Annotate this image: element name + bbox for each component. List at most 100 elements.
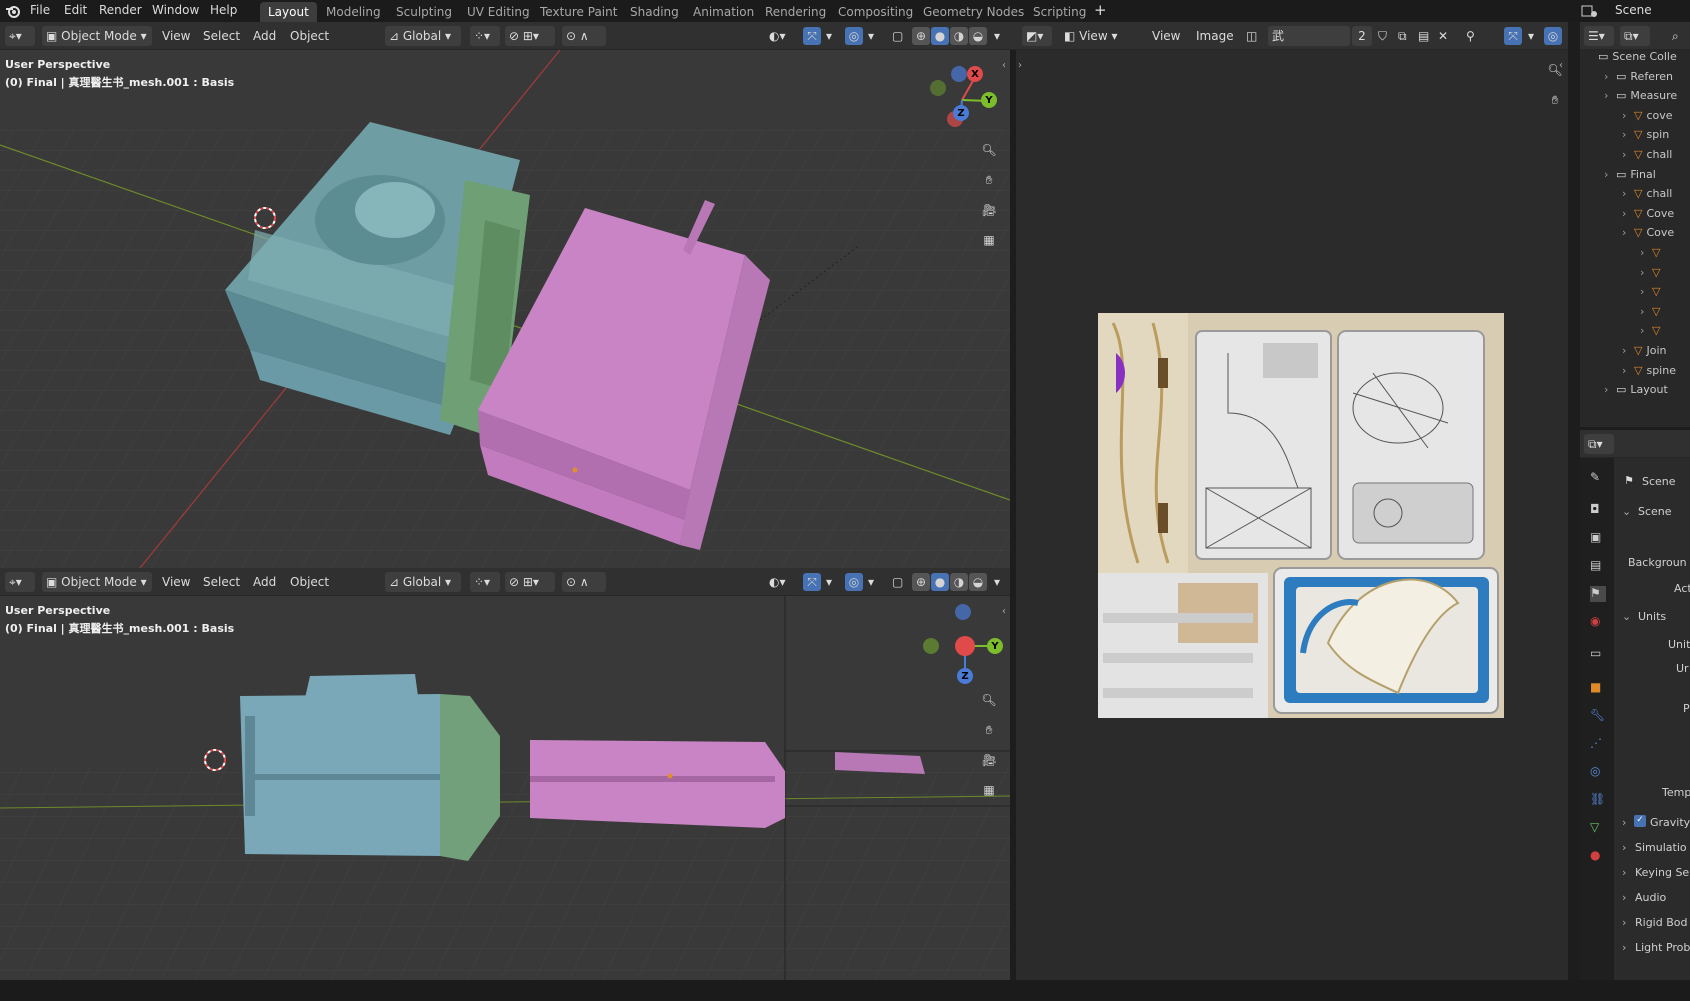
render-tab-icon[interactable]: ◘ — [1590, 502, 1606, 518]
light-probes-chevron-icon[interactable]: › — [1622, 941, 1626, 954]
zoom-icon[interactable]: 🔍︎ — [977, 138, 1001, 162]
grid-perspective-icon[interactable]: ▦ — [977, 228, 1001, 252]
menu-image[interactable]: Image — [1192, 26, 1238, 46]
editor-type-button[interactable]: ⧉▾ — [1584, 434, 1614, 454]
modifier-tab-icon[interactable]: 🔧︎ — [1590, 708, 1606, 724]
outliner-row[interactable]: › ▽ spine — [1580, 364, 1676, 383]
expand-chevron-icon[interactable]: › — [1604, 89, 1616, 102]
menu-object[interactable]: Object — [286, 26, 333, 46]
gizmo-dropdown[interactable]: ▾ — [1524, 26, 1536, 46]
outliner-row[interactable]: › ▭ Final — [1580, 168, 1656, 187]
gizmo-toggle-icon[interactable]: ⤧ — [803, 573, 821, 591]
gizmo-neg-z-icon[interactable] — [951, 66, 967, 82]
tab-scripting[interactable]: Scripting — [1025, 2, 1094, 22]
image-editor-canvas[interactable]: 🔍︎ ✋︎ › ‹ — [1016, 50, 1568, 980]
units-panel-chevron-icon[interactable]: ⌄ — [1622, 610, 1631, 623]
rigid-body-chevron-icon[interactable]: › — [1622, 916, 1626, 929]
fake-user-shield-icon[interactable]: ⛉ — [1374, 26, 1392, 46]
menu-view[interactable]: View — [1148, 26, 1184, 46]
outliner-row[interactable]: › ▭ Measure — [1580, 89, 1677, 108]
outliner-row[interactable]: › ▽ — [1580, 305, 1664, 324]
pan-hand-icon[interactable]: ✋︎ — [977, 718, 1001, 742]
expand-chevron-icon[interactable]: › — [1640, 246, 1652, 259]
outliner-row[interactable]: ▭ Scene Colle — [1580, 50, 1677, 69]
tab-texture-paint[interactable]: Texture Paint — [532, 2, 625, 22]
gizmo-dropdown[interactable]: ▾ — [822, 572, 834, 592]
outliner-row[interactable]: › ▽ chall — [1580, 187, 1672, 206]
editor-type-button[interactable]: ◩▾ — [1022, 26, 1052, 46]
gizmo-dropdown[interactable]: ▾ — [822, 26, 834, 46]
menu-help[interactable]: Help — [210, 3, 237, 17]
open-image-folder-icon[interactable]: ▤ — [1414, 26, 1432, 46]
gizmo-x-icon[interactable] — [957, 638, 973, 654]
image-name-field[interactable]: 武器.png.001 — [1268, 26, 1350, 63]
gravity-checkbox[interactable]: ✓ — [1634, 815, 1646, 827]
visibility-dropdown[interactable]: ◐▾ — [765, 26, 799, 46]
menu-edit[interactable]: Edit — [64, 3, 87, 17]
units-panel-header[interactable]: Units — [1638, 610, 1666, 623]
physics-tab-icon[interactable]: ◎ — [1590, 764, 1606, 780]
expand-chevron-icon[interactable]: › — [1640, 324, 1652, 337]
gizmo-x-icon[interactable]: X — [967, 66, 983, 82]
menu-add[interactable]: Add — [249, 572, 280, 592]
menu-render[interactable]: Render — [99, 3, 142, 17]
menu-view[interactable]: View — [158, 572, 194, 592]
mode-dropdown[interactable]: ▣ Object Mode ▾ — [42, 26, 152, 46]
orientation-dropdown[interactable]: ⊿ Global ▾ — [385, 26, 461, 46]
editor-type-button[interactable]: ☰▾ — [1584, 26, 1614, 46]
world-tab-icon[interactable]: ◉ — [1590, 614, 1606, 630]
expand-chevron-icon[interactable]: › — [1622, 344, 1634, 357]
view-layer-tab-icon[interactable]: ▤ — [1590, 558, 1606, 574]
menu-select[interactable]: Select — [199, 26, 244, 46]
gizmo-y-icon[interactable]: Y — [987, 638, 1003, 654]
overlay-dropdown[interactable]: ▾ — [864, 26, 876, 46]
data-tab-icon[interactable]: ▽ — [1590, 820, 1606, 836]
tab-uv-editing[interactable]: UV Editing — [459, 2, 538, 22]
pivot-dropdown[interactable]: ⁘▾ — [470, 572, 500, 592]
shading-dropdown[interactable]: ▾ — [990, 26, 1002, 46]
shading-rendered-icon[interactable]: ◒ — [969, 573, 987, 591]
collection-tab-icon[interactable]: ▭ — [1590, 646, 1606, 662]
camera-icon[interactable]: 🎥︎ — [977, 748, 1001, 772]
shading-wireframe-icon[interactable]: ⊕ — [912, 27, 930, 45]
collapse-sidebar-icon[interactable]: ‹ — [1002, 606, 1006, 617]
menu-window[interactable]: Window — [152, 3, 199, 17]
scene-panel-chevron-icon[interactable]: ⌄ — [1622, 505, 1631, 518]
overlay-toggle-icon[interactable]: ◎ — [1544, 27, 1562, 45]
snap-toggle[interactable]: ⊘ ⊞▾ — [505, 26, 555, 46]
outliner-row[interactable]: › ▭ Referen — [1580, 70, 1673, 89]
collapse-sidebar-icon[interactable]: ‹ — [1559, 60, 1563, 71]
visibility-dropdown[interactable]: ◐▾ — [765, 572, 799, 592]
keying-sets-chevron-icon[interactable]: › — [1622, 866, 1626, 879]
proportional-edit-toggle[interactable]: ⊙ ∧ — [562, 26, 606, 46]
outliner-row[interactable]: › ▽ Cove — [1580, 207, 1674, 226]
viewport-bottom[interactable]: User Perspective (0) Final | 真理醫生书_mesh.… — [0, 596, 1010, 980]
tab-rendering[interactable]: Rendering — [757, 2, 834, 22]
gizmo-neg-z-icon[interactable] — [955, 604, 971, 620]
gizmo-y-icon[interactable]: Y — [981, 92, 997, 108]
audio-chevron-icon[interactable]: › — [1622, 891, 1626, 904]
tab-modeling[interactable]: Modeling — [318, 2, 389, 22]
blender-logo-icon[interactable] — [5, 3, 21, 19]
view-mode-dropdown[interactable]: ◧ View ▾ — [1060, 26, 1140, 46]
scene-tab-icon[interactable]: ⚑ — [1590, 586, 1606, 602]
viewport-top[interactable]: User Perspective (0) Final | 真理醫生书_mesh.… — [0, 50, 1010, 568]
collapse-toolbar-icon[interactable]: › — [1018, 60, 1022, 71]
outliner-row[interactable]: › ▽ chall — [1580, 148, 1672, 167]
outliner-row[interactable]: › ▽ — [1580, 285, 1664, 304]
tab-sculpting[interactable]: Sculpting — [388, 2, 460, 22]
expand-chevron-icon[interactable]: › — [1622, 187, 1634, 200]
zoom-icon[interactable]: 🔍︎ — [1543, 58, 1567, 82]
light-probes-panel-header[interactable]: Light Prob — [1635, 941, 1690, 954]
tab-animation[interactable]: Animation — [685, 2, 762, 22]
gizmo-toggle-icon[interactable]: ⤧ — [1504, 27, 1522, 45]
shading-dropdown[interactable]: ▾ — [990, 572, 1002, 592]
filter-icon[interactable]: ⌕ — [1668, 26, 1686, 46]
outliner-row[interactable]: › ▽ — [1580, 246, 1664, 265]
outliner-row[interactable]: › ▽ cove — [1580, 109, 1673, 128]
expand-chevron-icon[interactable]: › — [1622, 226, 1634, 239]
expand-chevron-icon[interactable]: › — [1640, 305, 1652, 318]
rigid-body-panel-header[interactable]: Rigid Bod — [1635, 916, 1687, 929]
overlay-dropdown[interactable]: ▾ — [864, 572, 876, 592]
expand-chevron-icon[interactable]: › — [1622, 128, 1634, 141]
